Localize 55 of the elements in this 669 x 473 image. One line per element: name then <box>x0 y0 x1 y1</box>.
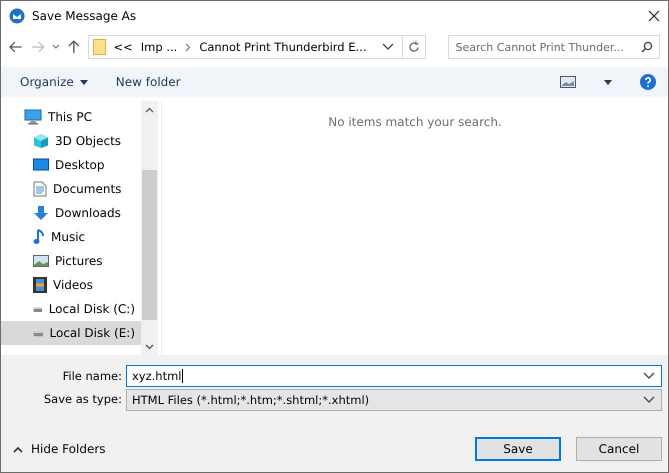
hide-folders-button[interactable]: Hide Folders <box>13 442 106 456</box>
dropdown-chevron-icon <box>643 396 655 404</box>
sidebar-item[interactable]: Local Disk (E:) <box>1 321 141 345</box>
file-name-label: File name: <box>62 369 122 383</box>
sidebar-item[interactable]: Local Disk (C:) <box>1 297 141 321</box>
music-note-icon <box>33 229 45 245</box>
search-field[interactable]: Search Cannot Print Thunder... <box>448 35 660 59</box>
desktop-icon <box>33 158 49 172</box>
refresh-icon <box>408 41 420 53</box>
scroll-down-icon[interactable] <box>145 344 154 350</box>
overflow-chevrons[interactable]: << <box>114 40 133 54</box>
view-options-icon[interactable] <box>560 76 576 88</box>
folder-icon <box>92 39 106 55</box>
scroll-up-icon[interactable] <box>145 106 154 112</box>
document-icon <box>33 181 47 197</box>
sidebar-item[interactable]: Desktop <box>1 153 141 177</box>
breadcrumb-segment[interactable]: Cannot Print Thunderbird E... <box>199 40 366 54</box>
cancel-button[interactable]: Cancel <box>576 437 662 461</box>
computer-icon <box>24 109 42 125</box>
up-arrow-icon[interactable] <box>68 40 80 54</box>
sidebar-item[interactable]: Documents <box>1 177 141 201</box>
empty-message: No items match your search. <box>328 115 502 131</box>
help-icon[interactable] <box>640 74 656 90</box>
sidebar-item[interactable]: This PC <box>1 105 141 129</box>
save-button[interactable]: Save <box>475 437 561 461</box>
sidebar-item[interactable]: Music <box>1 225 141 249</box>
back-arrow-icon[interactable] <box>9 41 23 53</box>
app-logo-icon <box>9 8 25 24</box>
caret-icon <box>80 80 88 84</box>
scrollbar[interactable] <box>141 101 158 355</box>
dropdown-chevron-icon <box>643 372 655 380</box>
close-icon[interactable] <box>648 10 660 22</box>
sidebar-item[interactable]: Pictures <box>1 249 141 273</box>
file-type-dropdown[interactable]: HTML Files (*.html;*.htm;*.shtml;*.xhtml) <box>126 389 662 411</box>
sidebar-item[interactable]: 3D Objects <box>1 129 141 153</box>
search-icon <box>641 41 654 53</box>
chevron-up-icon <box>13 446 23 452</box>
new-folder-button[interactable]: New folder <box>116 75 181 89</box>
breadcrumb-separator-icon <box>185 42 192 52</box>
download-arrow-icon <box>33 205 49 221</box>
picture-icon <box>33 254 49 268</box>
address-bar[interactable]: << Imp ... Cannot Print Thunderbird E... <box>88 35 426 59</box>
cube-icon <box>33 133 49 149</box>
sidebar-item[interactable]: Downloads <box>1 201 141 225</box>
film-strip-icon <box>33 277 47 293</box>
breadcrumb-segment[interactable]: Imp ... <box>140 40 178 54</box>
sidebar-item[interactable]: Videos <box>1 273 141 297</box>
scrollbar-thumb[interactable] <box>142 170 157 320</box>
organize-menu[interactable]: Organize <box>20 75 88 89</box>
dropdown-chevron-icon[interactable] <box>52 44 60 50</box>
dropdown-chevron-icon <box>382 43 394 51</box>
caret-icon[interactable] <box>604 80 612 84</box>
file-name-field[interactable]: xyz.html <box>126 365 662 387</box>
window-title: Save Message As <box>32 9 138 23</box>
save-type-label: Save as type: <box>42 392 122 406</box>
